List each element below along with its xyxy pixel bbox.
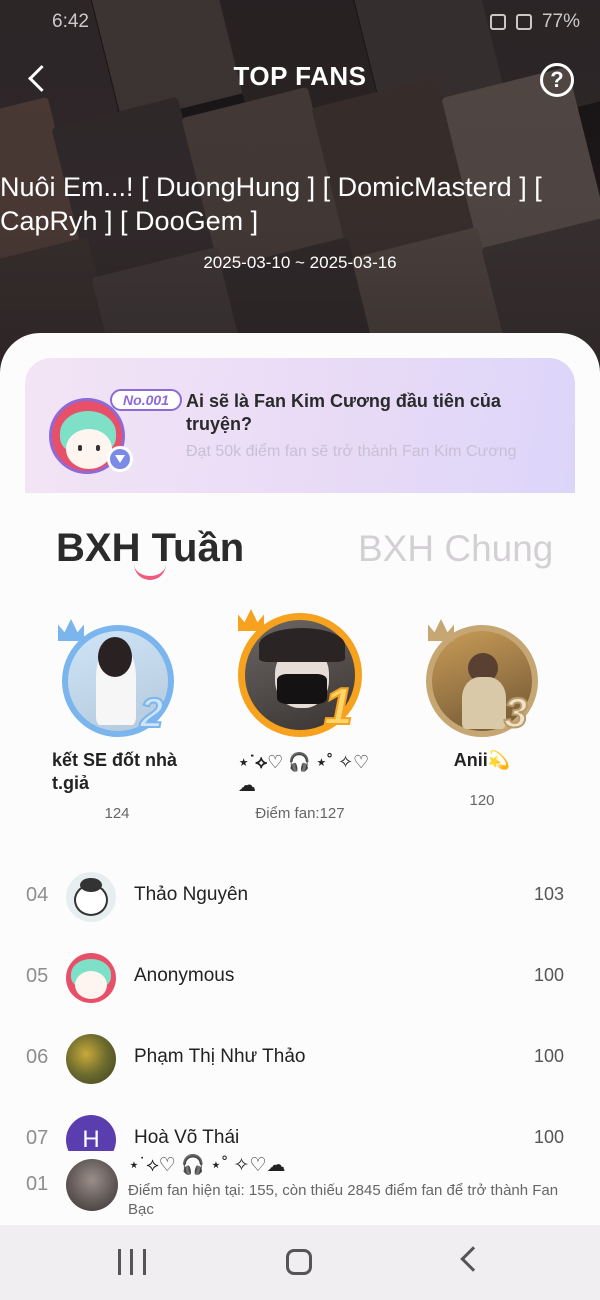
list-item[interactable]: 07 H Hoà Võ Thái 100	[0, 1110, 600, 1151]
crown-icon	[238, 609, 264, 631]
my-rank: 01	[26, 1173, 49, 1195]
my-progress-text: Điểm fan hiện tại: 155, còn thiếu 2845 đ…	[128, 1182, 559, 1218]
row-rank: 05	[26, 965, 49, 987]
list-item[interactable]: 05 Anonymous 100	[0, 948, 600, 1008]
active-tab-indicator	[134, 564, 166, 580]
crown-icon	[58, 619, 84, 641]
wifi-icon	[515, 14, 532, 30]
nav-back-icon[interactable]	[460, 1246, 486, 1272]
podium-rank-1[interactable]: 1 ⋆˙⟡♡ 🎧 ⋆˚ ✧♡☁︎ Điểm fan:127	[230, 609, 370, 822]
rank-badge: No.001	[110, 389, 182, 411]
rank-3-badge: 3	[503, 688, 528, 737]
promo-subtext: Đạt 50k điểm fan sẽ trở thành Fan Kim Cư…	[186, 443, 517, 460]
avatar	[66, 953, 116, 1003]
row-rank: 04	[26, 884, 49, 906]
notification-icon	[489, 14, 506, 30]
row-score: 100	[533, 1127, 564, 1147]
row-name: Anonymous	[134, 965, 235, 986]
list-item[interactable]: 04 Thảo Nguyên 103	[0, 867, 600, 927]
podium-score: Điểm fan:127	[255, 805, 345, 822]
status-time: 6:42	[52, 11, 89, 32]
recent-apps-icon[interactable]	[118, 1249, 146, 1275]
row-rank: 07	[26, 1127, 49, 1149]
rank-1-badge: 1	[323, 677, 354, 737]
avatar	[66, 1159, 118, 1211]
avatar	[66, 1034, 116, 1084]
podium-name: ⋆˙⟡♡ 🎧 ⋆˚ ✧♡☁︎	[238, 752, 370, 795]
row-rank: 06	[26, 1046, 49, 1068]
top-bar: TOP FANS ?	[0, 55, 600, 103]
diamond-icon	[107, 446, 133, 472]
battery-level: 77%	[541, 11, 580, 32]
podium-score: 120	[469, 792, 495, 809]
podium-name: Anii💫	[453, 750, 511, 770]
story-title: Nuôi Em...! [ DuongHung ] [ DomicMasterd…	[0, 172, 542, 236]
avatar: H	[66, 1115, 116, 1151]
my-rank-bar[interactable]: 01 ⋆˙⟡♡ 🎧 ⋆˚ ✧♡☁︎ Điểm fan hiện tại: 155…	[0, 1151, 600, 1225]
my-name: ⋆˙⟡♡ 🎧 ⋆˚ ✧♡☁︎	[128, 1155, 286, 1176]
ranking-tabs: BXH Tuần BXH Chung	[0, 518, 600, 588]
tab-overall[interactable]: BXH Chung	[358, 528, 553, 570]
home-icon[interactable]	[286, 1249, 312, 1275]
promo-headline: Ai sẽ là Fan Kim Cương đầu tiên của truy…	[186, 391, 501, 434]
row-score: 100	[533, 1046, 564, 1066]
system-nav-bar	[0, 1225, 600, 1300]
row-score: 103	[533, 884, 564, 904]
avatar	[66, 872, 116, 922]
page-title: TOP FANS	[233, 61, 367, 91]
date-range: 2025-03-10 ~ 2025-03-16	[203, 253, 397, 272]
crown-icon	[428, 619, 454, 641]
podium-score: 124	[104, 805, 130, 822]
rank-2-badge: 2	[139, 688, 164, 737]
row-score: 100	[533, 965, 564, 985]
status-icons: 77%	[489, 11, 580, 33]
podium-name: kết SE đốt nhà t.giả	[52, 750, 178, 793]
ranking-card: No.001 Ai sẽ là Fan Kim Cương đầu tiên c…	[0, 333, 600, 1300]
status-bar: 6:42 77%	[52, 8, 580, 36]
screen: 6:42 77% TOP FANS ? Nuôi Em...! [ DuongH…	[0, 0, 600, 1300]
podium-rank-2[interactable]: 2 kết SE đốt nhà t.giả 124	[52, 619, 192, 822]
row-name: Phạm Thị Như Thảo	[134, 1046, 306, 1067]
list-item[interactable]: 06 Phạm Thị Như Thảo 100	[0, 1029, 600, 1089]
diamond-fan-banner[interactable]: No.001 Ai sẽ là Fan Kim Cương đầu tiên c…	[25, 358, 575, 493]
help-circle-icon[interactable]: ?	[540, 63, 574, 97]
row-name: Hoà Võ Thái	[134, 1127, 240, 1148]
podium-rank-3[interactable]: 3 Anii💫 120	[412, 619, 552, 809]
row-name: Thảo Nguyên	[134, 884, 249, 905]
